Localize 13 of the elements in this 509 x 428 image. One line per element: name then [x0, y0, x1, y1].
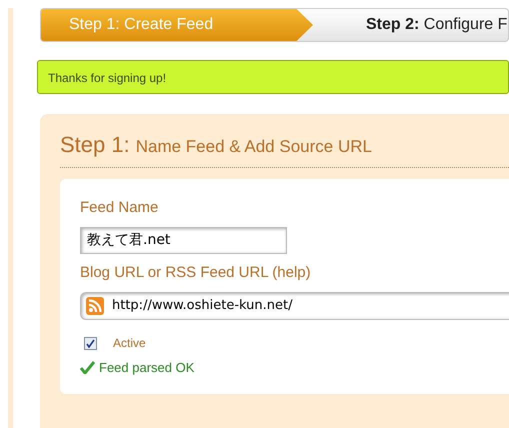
url-input[interactable]: http://www.oshiete-kun.net/: [80, 292, 509, 320]
check-icon: [80, 361, 95, 374]
status-message: Feed parsed OK: [99, 359, 194, 377]
field-label: Blog URL or RSS Feed URL (help): [80, 262, 312, 282]
section-title: Name Feed & Add Source URL: [136, 136, 372, 158]
success-alert: Thanks for signing up!: [37, 60, 509, 94]
section-step: Step 1:: [60, 128, 130, 161]
step-tab[interactable]: Step 2: Configure F: [313, 9, 508, 41]
checkbox-label: Active: [113, 335, 146, 352]
field-label: Feed Name: [80, 198, 160, 218]
active-checkbox[interactable]: [84, 336, 97, 350]
rss-icon: [86, 297, 104, 315]
feed-name-input[interactable]: 教えて君.net: [80, 226, 287, 254]
